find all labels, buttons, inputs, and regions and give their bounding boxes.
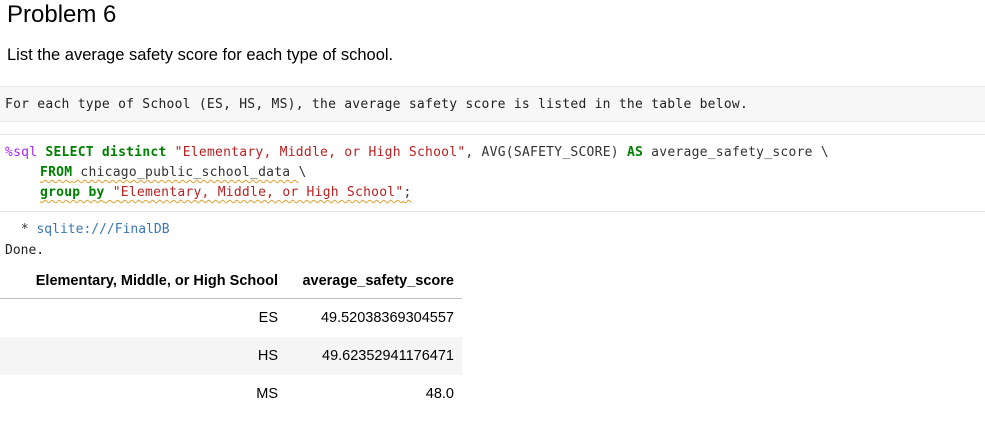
connection-output: * sqlite:///FinalDB [13, 222, 170, 237]
line-continuation: \ [298, 165, 307, 180]
table-row: HS 49.62352941176471 [0, 337, 462, 375]
problem-description: List the average safety score for each t… [7, 46, 394, 64]
code-line-2: FROM chicago_public_school_data \ [40, 165, 307, 180]
markdown-cell[interactable]: For each type of School (ES, HS, MS), th… [0, 86, 985, 122]
table-row: ES 49.52038369304557 [0, 299, 462, 338]
code-line-1: %sql SELECT distinct "Elementary, Middle… [5, 145, 829, 160]
table-header-row: Elementary, Middle, or High School avera… [0, 264, 462, 299]
table-row: MS 48.0 [0, 375, 462, 413]
markdown-cell-text: For each type of School (ES, HS, MS), th… [5, 97, 749, 112]
cell-school-type: ES [258, 310, 278, 326]
sql-magic: %sql [5, 145, 46, 160]
keyword-from: FROM [40, 165, 73, 180]
problem-heading: Problem 6 [7, 1, 117, 28]
code-cell[interactable]: %sql SELECT distinct "Elementary, Middle… [0, 134, 985, 212]
connection-star: * [13, 222, 37, 237]
connection-string: sqlite:///FinalDB [36, 222, 170, 237]
column-string: "Elementary, Middle, or High School" [174, 145, 466, 160]
alias-text: average_safety_score \ [643, 145, 829, 160]
cell-average-score: 49.52038369304557 [320, 310, 454, 326]
status-output: Done. [5, 243, 45, 258]
cell-school-type: HS [0, 337, 286, 375]
avg-expression: , AVG(SAFETY_SCORE) [465, 145, 627, 160]
keyword-select: SELECT [45, 145, 94, 160]
keyword-as: AS [626, 145, 644, 160]
cell-average-score: 49.62352941176471 [286, 337, 462, 375]
header-school-type: Elementary, Middle, or High School [0, 264, 286, 299]
keyword-distinct: distinct [93, 145, 175, 160]
cell-average-score: 48.0 [425, 386, 454, 402]
cell-school-type: MS [256, 386, 278, 402]
code-line-3: group by "Elementary, Middle, or High Sc… [40, 185, 412, 200]
header-average-safety-score: average_safety_score [286, 264, 462, 299]
group-column-string: "Elementary, Middle, or High School" [112, 185, 404, 200]
table-name: chicago_public_school_data [72, 165, 299, 180]
keyword-group-by: group by [40, 185, 105, 200]
result-table: Elementary, Middle, or High School avera… [0, 264, 462, 413]
statement-terminator: ; [403, 185, 412, 200]
